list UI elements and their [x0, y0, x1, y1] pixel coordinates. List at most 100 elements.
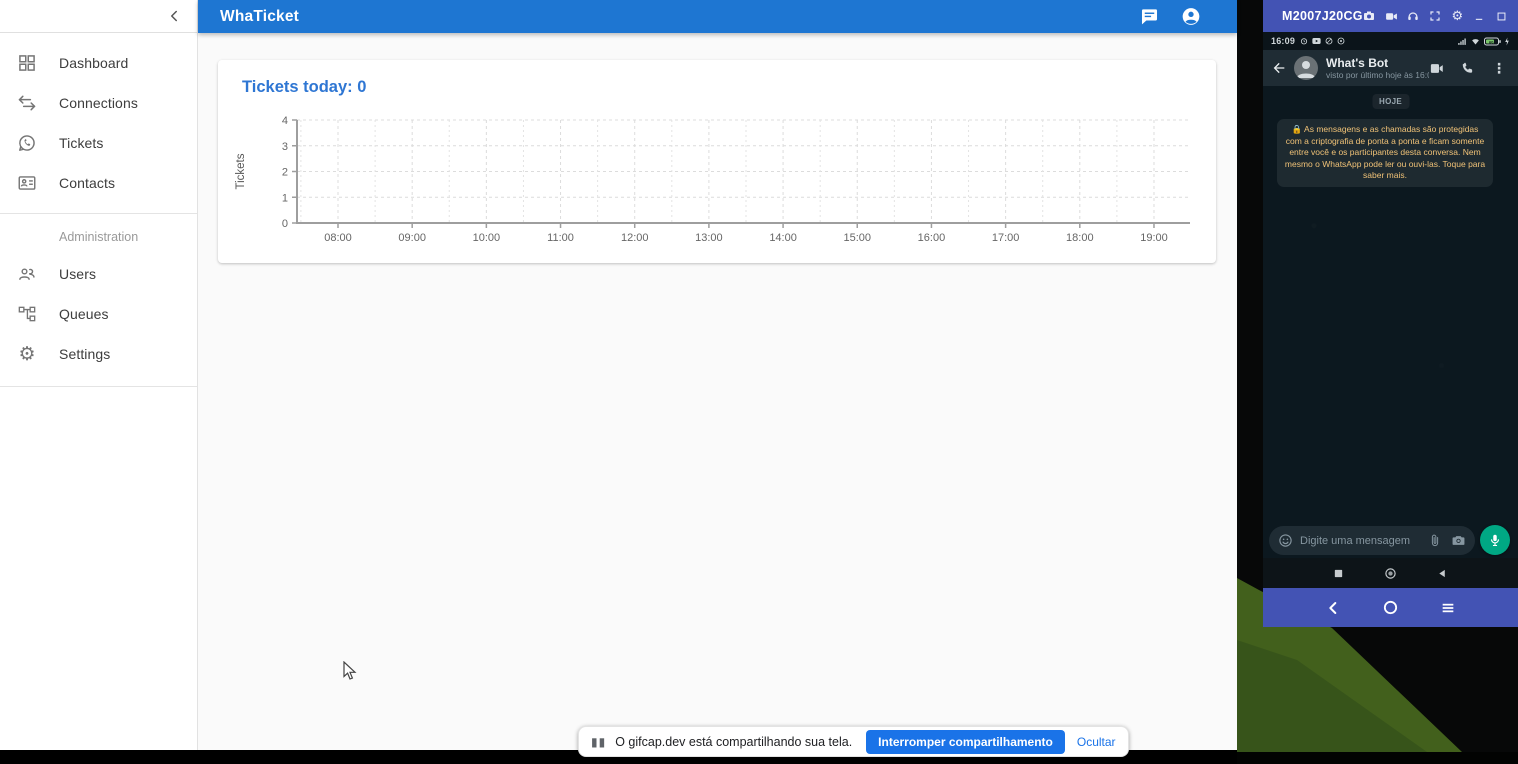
whatsapp-icon	[15, 131, 39, 155]
contact-card-icon	[15, 171, 39, 195]
maximize-icon[interactable]	[1495, 10, 1508, 23]
svg-text:60: 60	[1489, 39, 1494, 44]
encryption-notice[interactable]: 🔒 As mensagens e as chamadas são protegi…	[1277, 119, 1493, 187]
menu-icon[interactable]	[1440, 600, 1456, 616]
videocam-icon[interactable]	[1429, 61, 1444, 76]
tickets-chart: 0123408:0009:0010:0011:0012:0013:0014:00…	[218, 106, 1216, 256]
headset-icon[interactable]	[1407, 10, 1420, 23]
charging-icon	[1504, 37, 1510, 46]
sidebar-item-users[interactable]: Users	[0, 254, 197, 294]
svg-text:17:00: 17:00	[992, 232, 1020, 244]
alarm-icon	[1300, 37, 1308, 45]
gear-icon: ⚙	[15, 342, 39, 366]
svg-text:1: 1	[282, 192, 288, 204]
chat-icon[interactable]	[1139, 7, 1159, 27]
back-icon[interactable]	[1437, 568, 1448, 579]
whatsapp-header-actions: ⋮	[1429, 60, 1510, 77]
phone-status-bar: 16:09 60	[1263, 32, 1518, 50]
sidebar-item-settings[interactable]: ⚙ Settings	[0, 334, 197, 374]
svg-text:16:00: 16:00	[918, 232, 946, 244]
status-notification-icons	[1300, 37, 1345, 45]
whatsapp-header: What's Bot visto por último hoje às 16:0…	[1263, 50, 1518, 86]
svg-text:18:00: 18:00	[1066, 232, 1094, 244]
screenshot-icon[interactable]	[1363, 10, 1376, 23]
app-title: WhaTicket	[220, 8, 299, 26]
sidebar-item-queues[interactable]: Queues	[0, 294, 197, 334]
fullscreen-icon[interactable]	[1429, 10, 1442, 23]
sidebar-item-label: Dashboard	[59, 55, 128, 71]
vpn-icon	[1337, 37, 1345, 45]
back-chevron-icon[interactable]	[1325, 600, 1341, 616]
back-arrow-icon[interactable]	[1271, 60, 1287, 76]
svg-text:4: 4	[282, 115, 288, 127]
sidebar-nav: Dashboard Connections	[0, 33, 197, 387]
phone-screen: 16:09 60	[1263, 32, 1518, 588]
mic-button[interactable]	[1480, 525, 1510, 555]
sidebar-item-label: Connections	[59, 95, 138, 111]
message-input[interactable]: Digite uma mensagem	[1269, 526, 1475, 555]
account-circle-icon[interactable]	[1181, 7, 1201, 27]
emoji-icon[interactable]	[1278, 533, 1293, 548]
people-icon	[15, 262, 39, 286]
appbar-actions	[1139, 7, 1201, 27]
message-placeholder: Digite uma mensagem	[1300, 535, 1428, 547]
kebab-menu-icon[interactable]: ⋮	[1492, 60, 1506, 77]
status-time: 16:09	[1271, 36, 1295, 46]
tree-icon	[15, 302, 39, 326]
dashboard-icon	[15, 51, 39, 75]
phone-window-titlebar[interactable]: M2007J20CG ⚙	[1263, 0, 1518, 32]
gear-icon[interactable]: ⚙	[1451, 10, 1464, 23]
record-icon[interactable]	[1385, 10, 1398, 23]
svg-text:08:00: 08:00	[324, 232, 352, 244]
screen-share-bar: ▮▮ O gifcap.dev está compartilhando sua …	[578, 726, 1129, 757]
svg-text:10:00: 10:00	[473, 232, 501, 244]
sidebar-subheader: Administration	[0, 224, 197, 254]
svg-text:14:00: 14:00	[769, 232, 797, 244]
sidebar-item-dashboard[interactable]: Dashboard	[0, 43, 197, 83]
sidebar-item-contacts[interactable]: Contacts	[0, 163, 197, 203]
youtube-icon	[1312, 37, 1321, 45]
sidebar-header	[0, 0, 197, 33]
battery-icon: 60	[1484, 37, 1501, 46]
svg-text:15:00: 15:00	[843, 232, 871, 244]
camera-icon[interactable]	[1451, 533, 1466, 548]
signal-icon	[1457, 37, 1467, 46]
phone-mirror-window: M2007J20CG ⚙	[1263, 0, 1518, 627]
svg-text:19:00: 19:00	[1140, 232, 1168, 244]
date-chip: HOJE	[1372, 94, 1409, 109]
svg-text:Tickets: Tickets	[235, 153, 247, 189]
svg-text:3: 3	[282, 141, 288, 153]
sidebar-item-label: Settings	[59, 346, 110, 362]
phone-window-title: M2007J20CG	[1282, 9, 1363, 23]
chevron-left-icon[interactable]	[165, 7, 183, 25]
message-input-row: Digite uma mensagem	[1263, 522, 1518, 562]
hide-share-bar-link[interactable]: Ocultar	[1077, 735, 1116, 749]
sidebar-item-tickets[interactable]: Tickets	[0, 123, 197, 163]
swap-arrows-icon	[15, 91, 39, 115]
data-saver-icon	[1325, 37, 1333, 45]
sidebar-item-connections[interactable]: Connections	[0, 83, 197, 123]
wifi-icon	[1470, 37, 1481, 46]
mic-icon	[1488, 533, 1502, 547]
mirror-nav-bar	[1263, 588, 1518, 627]
stop-sharing-button[interactable]: Interromper compartilhamento	[866, 730, 1065, 754]
home-circle-icon[interactable]	[1382, 599, 1399, 616]
attach-icon[interactable]	[1428, 534, 1442, 548]
tickets-today-card: Tickets today: 0 0123408:0009:0010:0011:…	[218, 60, 1216, 263]
home-icon[interactable]	[1384, 567, 1397, 580]
appbar: WhaTicket	[198, 0, 1237, 33]
recents-icon[interactable]	[1333, 568, 1344, 579]
contact-avatar[interactable]	[1294, 56, 1318, 80]
pause-icon: ▮▮	[591, 735, 606, 749]
contact-info[interactable]: What's Bot visto por último hoje às 16:0…	[1326, 56, 1429, 80]
status-system-icons: 60	[1457, 37, 1510, 46]
svg-text:13:00: 13:00	[695, 232, 723, 244]
phone-titlebar-icons: ⚙	[1363, 10, 1518, 23]
android-nav-bar	[1263, 558, 1518, 588]
sidebar-item-label: Users	[59, 266, 96, 282]
call-icon[interactable]	[1461, 61, 1475, 75]
card-title: Tickets today: 0	[242, 78, 366, 97]
chat-area: HOJE 🔒 As mensagens e as chamadas são pr…	[1263, 86, 1518, 552]
svg-text:09:00: 09:00	[398, 232, 426, 244]
minimize-icon[interactable]	[1473, 10, 1486, 23]
